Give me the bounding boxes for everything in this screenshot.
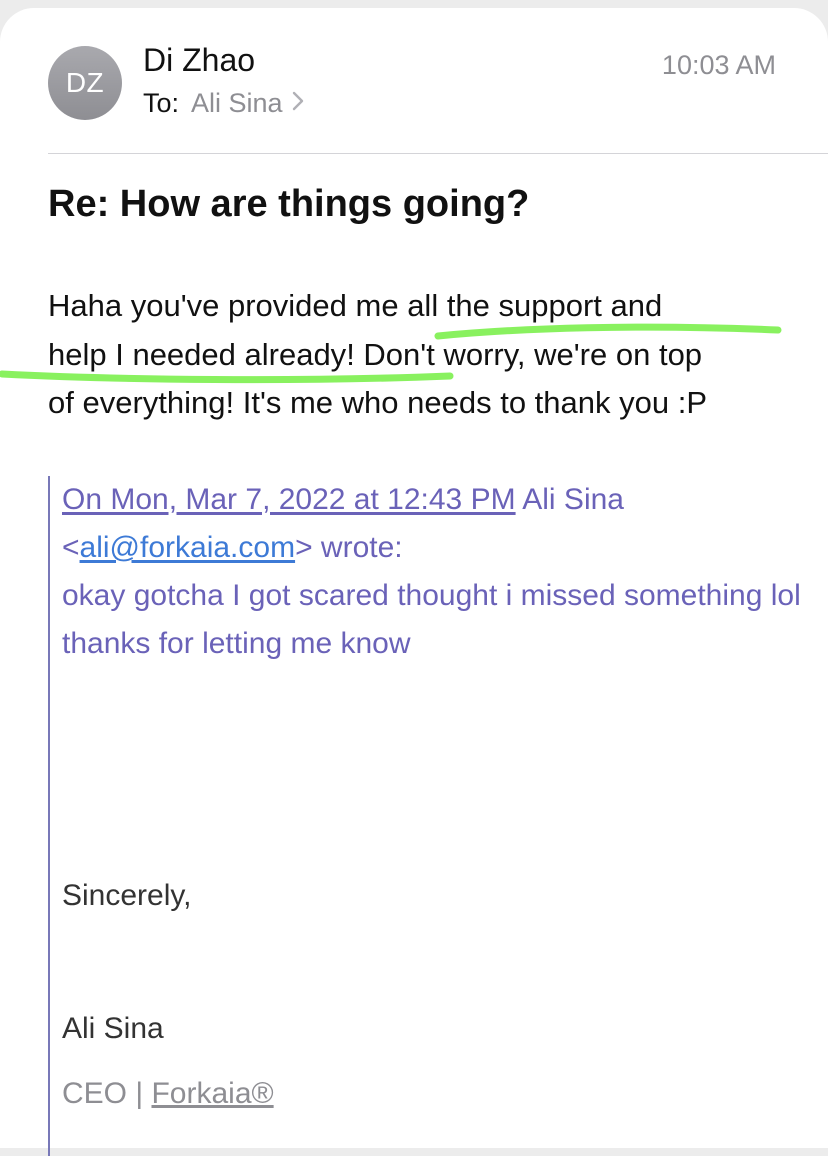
body-line1-highlighted: all the support and (407, 288, 663, 323)
quote-attribution: On Mon, Mar 7, 2022 at 12:43 PM Ali Sina… (62, 476, 802, 572)
quote-wrote: wrote: (312, 531, 403, 564)
sent-time: 10:03 AM (661, 50, 776, 80)
signature-signoff: Sincerely, (62, 879, 192, 912)
quote-message: okay gotcha I got scared thought i misse… (62, 579, 801, 660)
sender-avatar[interactable]: DZ (48, 46, 122, 120)
recipient-row[interactable]: To: Ali Sina (143, 88, 305, 119)
to-label: To: (143, 88, 180, 118)
body-line2-highlighted: help I needed already (48, 336, 347, 372)
quote-author: Ali Sina (515, 483, 624, 516)
chevron-right-icon-svg (292, 91, 303, 111)
body-line2-part3: 't worry, we're on top (420, 336, 703, 372)
signature-name: Ali Sina (62, 1012, 164, 1045)
signature-title: CEO | Forkaia® (62, 1077, 274, 1111)
email-body: Haha you've provided me all the support … (48, 282, 808, 428)
body-line2-part2: ! Don (346, 336, 421, 372)
quoted-message: On Mon, Mar 7, 2022 at 12:43 PM Ali Sina… (48, 476, 802, 1156)
signature-company-link[interactable]: Forkaia® (151, 1077, 273, 1110)
sender-name[interactable]: Di Zhao (143, 42, 255, 79)
quote-date-link[interactable]: On Mon, Mar 7, 2022 at 12:43 PM (62, 483, 516, 516)
body-line3: of everything! It's me who needs to than… (48, 385, 708, 420)
quote-email-link[interactable]: ali@forkaia.com (80, 531, 296, 564)
body-line1-part1: Haha you've provided me (48, 288, 408, 323)
email-card: DZ Di Zhao To: Ali Sina 10:03 AM Re: How… (0, 8, 828, 1156)
recipient-name[interactable]: Ali Sina (191, 88, 283, 119)
signature-role: CEO | (62, 1077, 152, 1110)
email-bracket-open: < (62, 531, 80, 564)
email-bracket-close: > (295, 531, 313, 564)
header-divider (48, 153, 828, 154)
chevron-right-icon[interactable] (291, 88, 305, 119)
email-subject: Re: How are things going? (48, 183, 530, 225)
